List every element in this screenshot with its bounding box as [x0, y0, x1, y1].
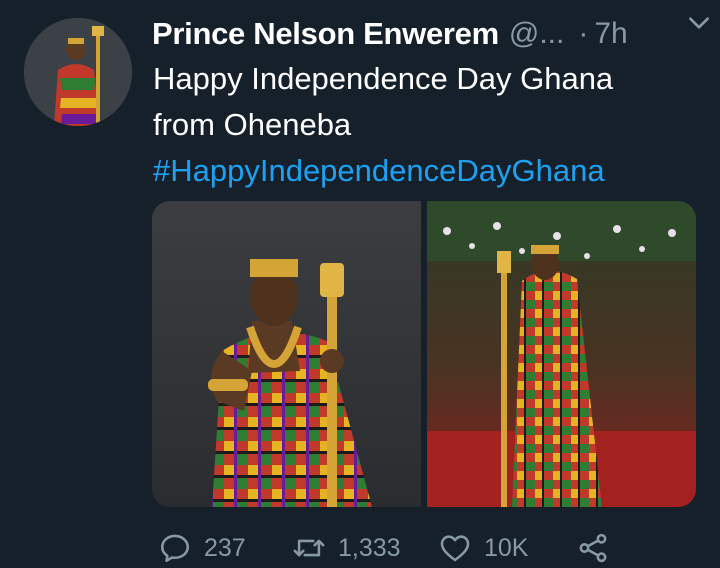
photo-fullbody: [427, 201, 696, 507]
reply-icon: [160, 534, 190, 563]
reply-button[interactable]: 237: [158, 531, 246, 565]
like-count: 10K: [484, 533, 529, 562]
tweet-header: Prince Nelson Enwerem @... · 7h: [152, 12, 700, 56]
reply-count: 237: [204, 533, 246, 562]
retweet-count: 1,333: [338, 533, 401, 562]
avatar[interactable]: [24, 18, 132, 126]
separator-dot: ·: [578, 17, 589, 50]
retweet-icon: [293, 539, 325, 557]
hashtag-link[interactable]: #HappyIndependenceDayGhana: [153, 148, 700, 194]
photo-left[interactable]: [152, 201, 421, 507]
tweet-text-line: Happy Independence Day Ghana: [153, 61, 614, 96]
action-bar: 237 1,333 10K: [152, 528, 672, 568]
tweet-text: Happy Independence Day Ghana from Oheneb…: [153, 56, 700, 194]
media-gallery: [152, 201, 696, 507]
tweet-card[interactable]: Prince Nelson Enwerem @... · 7h Happy In…: [0, 0, 720, 568]
share-icon: [579, 533, 607, 563]
like-button[interactable]: 10K: [438, 531, 528, 565]
tweet-time[interactable]: 7h: [594, 17, 627, 51]
chevron-down-icon[interactable]: [686, 10, 712, 36]
photo-right[interactable]: [427, 201, 696, 507]
tweet-text-line: from Oheneba: [153, 107, 352, 142]
avatar-image: [24, 18, 132, 126]
retweet-button[interactable]: 1,333: [292, 531, 401, 565]
share-button[interactable]: [576, 531, 610, 565]
author-name[interactable]: Prince Nelson Enwerem: [152, 16, 499, 52]
photo-portrait: [152, 201, 421, 507]
heart-icon: [440, 535, 470, 562]
author-handle[interactable]: @...: [509, 17, 564, 51]
